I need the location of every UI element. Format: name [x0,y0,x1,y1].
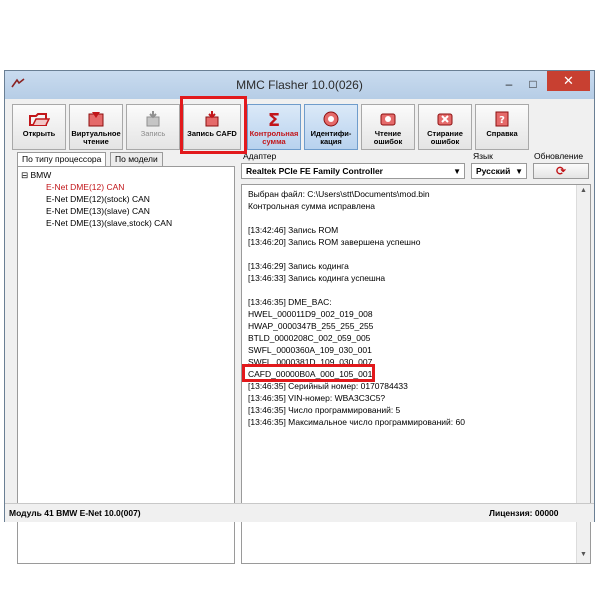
log-line: SWFL_0000360A_109_030_001 [248,345,372,355]
erase-errors-icon [437,113,453,126]
adapter-select[interactable]: Realtek PCIe FE Family Controller ▼ [241,163,465,179]
log-line: HWAP_0000347B_255_255_255 [248,321,374,331]
checksum-button[interactable]: Σ Контрольная сумма [247,104,301,150]
scroll-down-icon[interactable]: ▼ [579,551,588,560]
adapter-value: Realtek PCIe FE Family Controller [246,166,383,176]
language-value: Русский [476,166,511,176]
read-errors-button[interactable]: Чтение ошибок [361,104,415,150]
log-line: [13:46:29] Запись кодинга [248,261,349,271]
maximize-button[interactable]: □ [521,75,545,93]
tree-item[interactable]: E-Net DME(13)(slave) CAN [46,206,150,216]
svg-text:Σ: Σ [268,110,280,128]
log-line: [13:46:35] Серийный номер: 0170784433 [248,381,408,391]
chevron-down-icon: ▼ [453,167,461,176]
log-line: Контрольная сумма исправлена [248,201,375,211]
write-icon [146,111,160,127]
virtual-read-icon [88,112,104,127]
write-button: Запись [126,104,180,150]
tree-item[interactable]: E-Net DME(12) CAN [46,182,124,192]
adapter-label: Адаптер [243,151,277,161]
erase-errors-button[interactable]: Стирание ошибок [418,104,472,150]
sigma-icon: Σ [268,110,280,128]
identify-icon [323,111,339,127]
log-line: [13:46:35] DME_BAC: [248,297,332,307]
log-line: [13:46:35] Число программирований: 5 [248,405,401,415]
log-line: Выбран файл: C:\Users\stt\Documents\mod.… [248,189,430,199]
collapse-icon[interactable]: ⊟ [21,170,28,180]
log-line: BTLD_0000208C_002_059_005 [248,333,371,343]
log-line: [13:46:35] VIN-номер: WBA3C3C5? [248,393,386,403]
status-license: Лицензия: 00000 [489,508,559,518]
tree-item[interactable]: E-Net DME(12)(stock) CAN [46,194,150,204]
refresh-icon: ⟳ [555,164,567,178]
virtual-read-label: Виртуальное чтение [71,129,121,146]
read-errors-icon [380,113,396,126]
open-label: Открыть [22,129,56,138]
close-button[interactable]: ✕ [547,71,590,91]
identify-label: Идентифи- кация [310,129,352,146]
log-line: [13:46:20] Запись ROM завершена успешно [248,237,421,247]
help-icon: ? [495,111,509,127]
highlight-write-cafd [180,96,247,154]
open-button[interactable]: Открыть [12,104,66,150]
write-label: Запись [140,129,166,138]
help-label: Справка [486,129,518,138]
status-bar: Модуль 41 BMW E-Net 10.0(007) Лицензия: … [5,503,594,522]
folder-open-icon [29,113,50,126]
language-label: Язык [473,151,493,161]
erase-errors-label: Стирание ошибок [427,129,463,146]
identify-button[interactable]: Идентифи- кация [304,104,358,150]
language-select[interactable]: Русский ▼ [471,163,527,179]
app-window: MMC Flasher 10.0(026) – □ ✕ Открыть Вирт… [4,70,595,564]
tree-item[interactable]: E-Net DME(13)(slave,stock) CAN [46,218,172,228]
read-errors-label: Чтение ошибок [373,129,403,146]
minimize-button[interactable]: – [497,75,521,93]
update-button[interactable]: ⟳ [533,163,589,179]
chevron-down-icon: ▼ [515,167,523,176]
log-line: HWEL_000011D9_002_019_008 [248,309,373,319]
log-line: [13:42:46] Запись ROM [248,225,339,235]
virtual-read-button[interactable]: Виртуальное чтение [69,104,123,150]
checksum-label: Контрольная сумма [249,129,299,146]
svg-text:?: ? [499,115,505,126]
title-bar[interactable]: MMC Flasher 10.0(026) – □ ✕ [5,71,594,99]
highlight-cafd-line [242,364,375,382]
help-button[interactable]: ? Справка [475,104,529,150]
update-label: Обновление [534,151,584,161]
log-line: [13:46:35] Максимальное число программир… [248,417,465,427]
scroll-up-icon[interactable]: ▲ [579,187,588,196]
tree-root-label: BMW [30,170,52,180]
tree-root[interactable]: ⊟ BMW [21,170,51,181]
status-module: Модуль 41 BMW E-Net 10.0(007) [9,508,141,518]
log-line: [13:46:33] Запись кодинга успешна [248,273,386,283]
